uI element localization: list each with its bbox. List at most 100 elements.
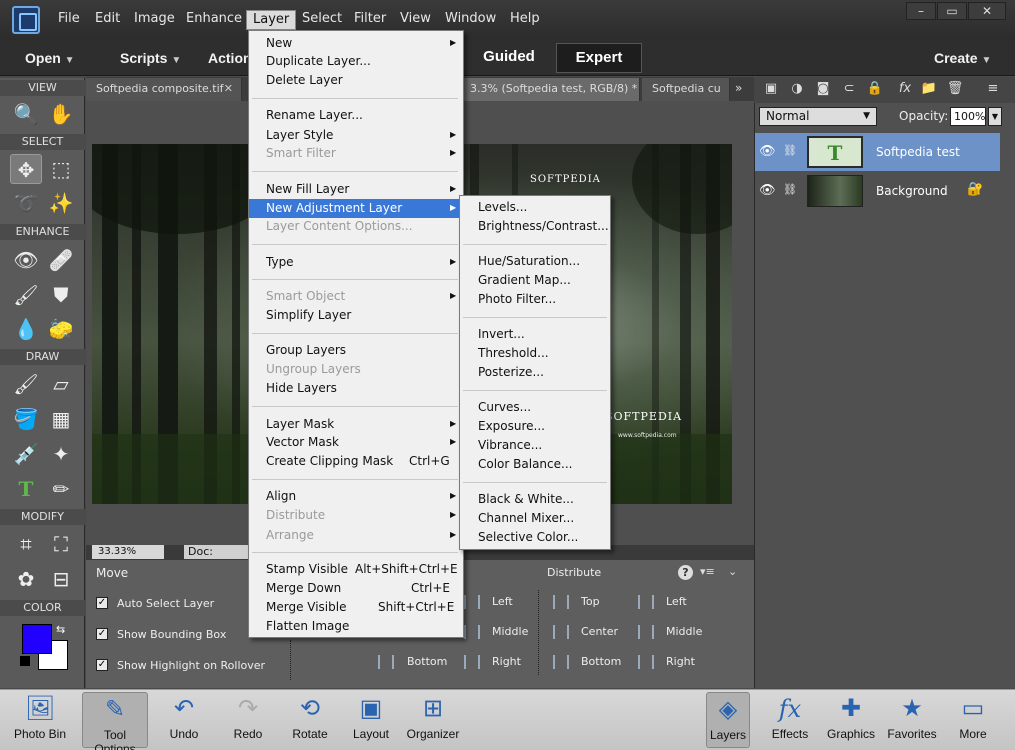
show-highlight-checkbox[interactable]: ✓ [96,659,108,671]
submenu-item-invert[interactable]: Invert... [478,327,525,341]
align-middle-icon[interactable] [464,625,480,639]
menu-item-layer-style[interactable]: Layer Style [266,128,333,142]
menu-item-duplicate-layer[interactable]: Duplicate Layer... [266,54,371,68]
menu-item-create-clipping-mask[interactable]: Create Clipping Mask [266,454,393,468]
submenu-item-channel-mixer[interactable]: Channel Mixer... [478,511,574,525]
distribute-left-icon[interactable] [638,595,654,609]
menu-edit[interactable]: Edit [95,11,120,26]
menu-item-simplify-layer[interactable]: Simplify Layer [266,308,351,322]
submenu-item-threshold[interactable]: Threshold... [478,346,549,360]
rotate-button[interactable]: ⟲ Rotate [280,692,340,741]
menu-item-delete-layer[interactable]: Delete Layer [266,73,343,87]
marquee-tool-icon[interactable]: ⬚ [45,154,77,184]
opacity-dropdown-icon[interactable]: ▼ [988,107,1002,126]
tab-softpedia-composite[interactable]: Softpedia composite.tif ✕ [86,78,242,101]
fx-icon[interactable]: fx [896,80,914,98]
menu-filter[interactable]: Filter [354,11,386,26]
submenu-item-color-balance[interactable]: Color Balance... [478,457,572,471]
type-tool-icon[interactable]: T [10,474,42,504]
folder-icon[interactable]: 📁 [920,80,938,98]
eraser-tool-icon[interactable]: ▱ [45,369,77,399]
menu-help[interactable]: Help [510,11,540,26]
align-right-icon[interactable] [464,655,480,669]
menu-item-flatten-image[interactable]: Flatten Image [266,619,349,633]
expert-mode-button[interactable]: Expert [556,43,642,73]
submenu-item-levels[interactable]: Levels... [478,200,527,214]
menu-item-new-adjustment-layer[interactable]: New Adjustment Layer [266,201,402,215]
layer-row-softpedia-test[interactable]: 👁 ⛓ T Softpedia test [755,133,1000,171]
link-layers-icon[interactable]: ⊂ [840,80,858,98]
menu-select[interactable]: Select [302,11,342,26]
favorites-button[interactable]: ★ Favorites [882,692,942,741]
effects-button[interactable]: fx Effects [760,692,820,741]
tool-options-button[interactable]: ✎ Tool Options [82,692,148,750]
create-button[interactable]: Create ▼ [934,50,991,66]
layer-row-background[interactable]: 👁 ⛓ Background 🔐 [755,172,1000,210]
submenu-item-exposure[interactable]: Exposure... [478,419,545,433]
crop-tool-icon[interactable]: ⌗ [10,529,42,559]
actions-button[interactable]: Action [208,50,252,66]
paint-bucket-tool-icon[interactable]: 🪣 [10,404,42,434]
content-aware-move-tool-icon[interactable]: ✿ [10,564,42,594]
link-icon[interactable]: ⛓ [783,183,797,196]
panel-menu-icon[interactable]: ▾≡ [700,565,715,578]
gradient-tool-icon[interactable]: ▦ [45,404,77,434]
submenu-item-photo-filter[interactable]: Photo Filter... [478,292,556,306]
adjustment-layer-icon[interactable]: ◑ [788,80,806,98]
distribute-middle-icon[interactable] [638,625,654,639]
layout-button[interactable]: ▣ Layout [341,692,401,741]
distribute-bottom-icon[interactable] [553,655,569,669]
submenu-item-hue-saturation[interactable]: Hue/Saturation... [478,254,580,268]
menu-view[interactable]: View [400,11,431,26]
graphics-button[interactable]: ✚ Graphics [821,692,881,741]
eyedropper-tool-icon[interactable]: 💉 [10,439,42,469]
move-tool-icon[interactable]: ✥ [10,154,42,184]
straighten-tool-icon[interactable]: ⊟ [45,564,77,594]
background-lock-icon[interactable]: 🔐 [967,182,983,197]
tab-softpedia-cu[interactable]: Softpedia cu [642,78,730,101]
show-bounding-box-checkbox[interactable]: ✓ [96,628,108,640]
smart-brush-tool-icon[interactable]: 🖌 [10,280,42,310]
maximize-button[interactable]: ▭ [937,2,967,20]
submenu-item-posterize[interactable]: Posterize... [478,365,544,379]
align-bottom-icon[interactable] [378,655,394,669]
menu-item-stamp-visible[interactable]: Stamp Visible [266,562,348,576]
opacity-input[interactable]: 100% [950,107,986,126]
collapse-icon[interactable]: ⌄ [728,565,737,578]
clone-stamp-tool-icon[interactable]: ⛊ [45,280,77,310]
panel-menu-icon[interactable]: ≡ [984,80,1002,98]
menu-item-hide-layers[interactable]: Hide Layers [266,381,337,395]
lock-icon[interactable]: 🔒 [866,80,884,98]
open-button[interactable]: Open ▼ [25,50,75,66]
default-colors-icon[interactable] [20,656,30,666]
menu-item-vector-mask[interactable]: Vector Mask [266,435,339,449]
zoom-tool-icon[interactable]: 🔍 [10,99,42,129]
more-button[interactable]: ▭ More [943,692,1003,741]
healing-brush-tool-icon[interactable]: 🩹 [45,245,77,275]
scripts-button[interactable]: Scripts ▼ [120,50,181,66]
new-layer-icon[interactable]: ▣ [762,80,780,98]
auto-select-layer-checkbox[interactable]: ✓ [96,597,108,609]
foreground-color-swatch[interactable] [22,624,52,654]
brush-tool-icon[interactable]: 🖌 [10,369,42,399]
swap-colors-icon[interactable]: ⇆ [56,623,65,636]
menu-item-layer-mask[interactable]: Layer Mask [266,417,334,431]
link-icon[interactable]: ⛓ [783,144,797,157]
menu-item-align[interactable]: Align [266,489,296,503]
close-icon[interactable]: ✕ [224,78,233,100]
distribute-right-icon[interactable] [638,655,654,669]
guided-mode-button[interactable]: Guided [466,43,552,73]
organizer-button[interactable]: ⊞ Organizer [402,692,464,741]
submenu-item-brightness-contrast[interactable]: Brightness/Contrast... [478,219,609,233]
photo-bin-button[interactable]: 🖼 Photo Bin [10,692,70,741]
layers-button[interactable]: ◈ Layers [706,692,750,748]
menu-image[interactable]: Image [134,11,175,26]
menu-item-new-fill-layer[interactable]: New Fill Layer [266,182,349,196]
blend-mode-select[interactable]: Normal ▼ [759,107,877,126]
trash-icon[interactable]: 🗑 [946,80,964,98]
menu-item-merge-down[interactable]: Merge Down [266,581,341,595]
menu-item-merge-visible[interactable]: Merge Visible [266,600,346,614]
more-tabs-icon[interactable]: » [735,81,742,95]
redo-button[interactable]: ↷ Redo [218,692,278,741]
distribute-center-icon[interactable] [553,625,569,639]
